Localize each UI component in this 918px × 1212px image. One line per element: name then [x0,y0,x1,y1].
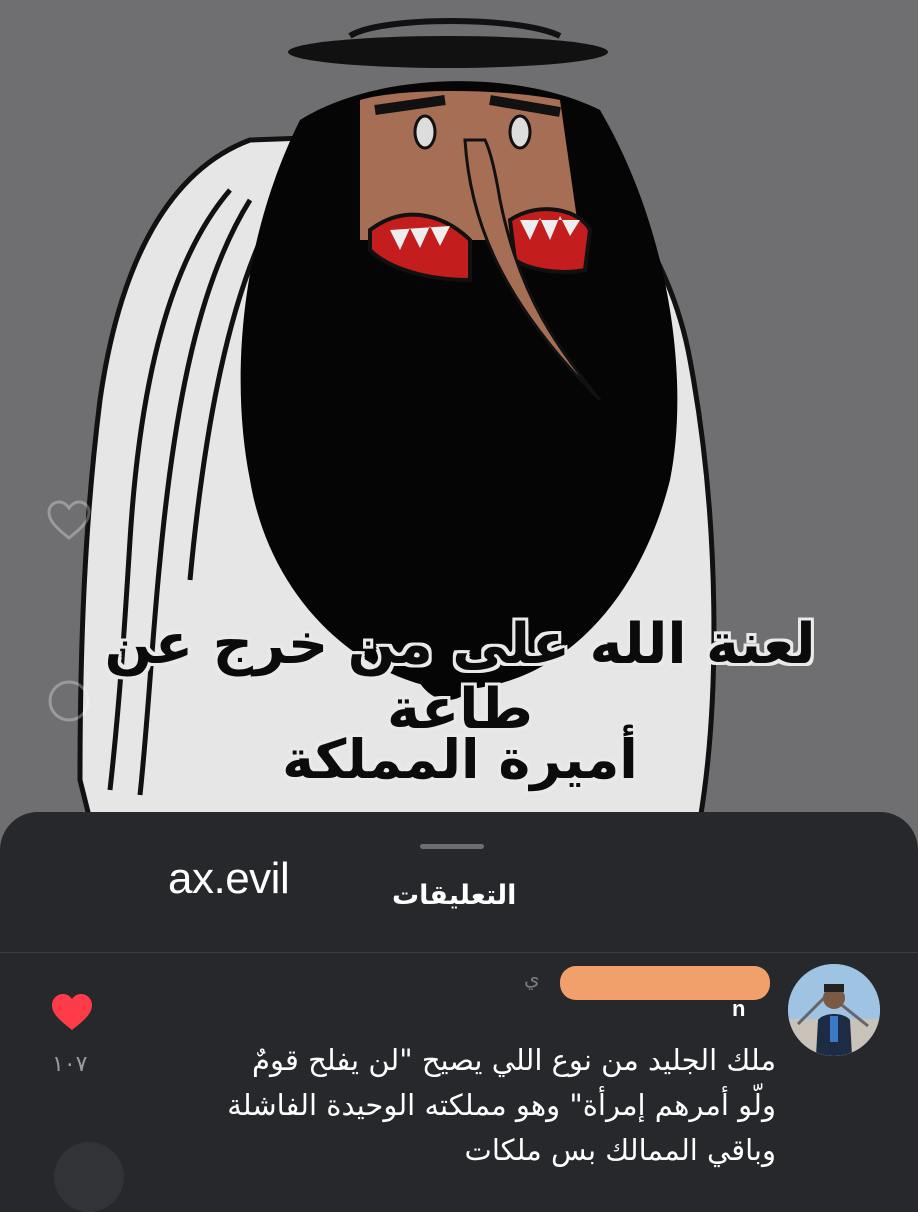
like-count: ١٠٧ [52,1052,88,1077]
username-suffix[interactable]: n [732,996,745,1022]
avatar-image [788,964,880,1056]
watermark: ax.evil [168,854,290,903]
sheet-drag-handle[interactable] [420,844,484,849]
meme-caption-line1: لعنة الله على من خرج عن طاعة [104,612,816,742]
sheet-title: التعليقات [392,880,517,911]
comment-text: ملك الجليد من نوع اللي يصيح "لن يفلح قوم… [227,1043,776,1167]
commenter-avatar[interactable] [788,964,880,1056]
username-redaction [560,966,770,1000]
meme-caption-line2: أميرة المملكة [282,728,638,791]
post-image: لعنة الله على من خرج عن طاعة أميرة الممل… [0,0,918,860]
divider [0,952,918,953]
username-partial: ي [524,966,540,990]
heart-outline-icon [47,500,91,540]
comments-sheet: ax.evil التعليقات ي n ملك الجليد من نوع … [0,812,918,1212]
next-comment-avatar[interactable] [54,1142,124,1212]
heart-filled-icon[interactable] [50,992,94,1032]
